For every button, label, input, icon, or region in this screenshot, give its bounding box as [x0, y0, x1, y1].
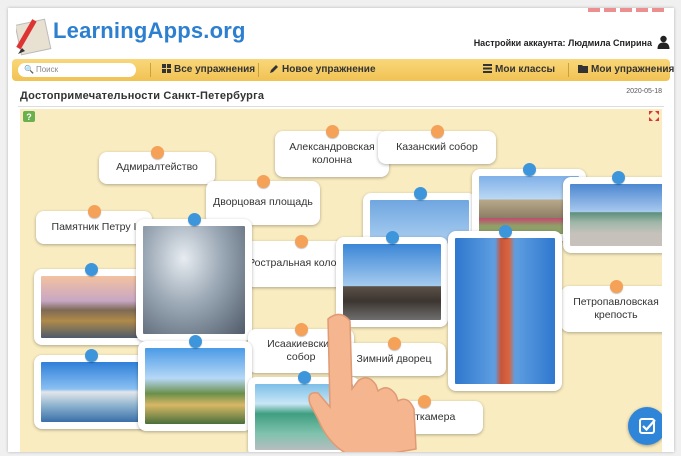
page-title: Достопримечательности Санкт-Петербурга: [20, 90, 265, 102]
card-pin: [326, 125, 339, 138]
photo-card-admiralty[interactable]: [138, 335, 252, 431]
card-label: Петропавловская крепость: [573, 295, 659, 321]
card-label: Александровская колонна: [289, 140, 375, 166]
check-answers-button[interactable]: [628, 407, 662, 445]
card-pin: [612, 171, 625, 184]
photo-card-rostral-column[interactable]: [448, 225, 562, 391]
exercise-board: ? Адмиралтейство Александровская колонна…: [20, 109, 662, 452]
svg-text:?: ?: [26, 112, 32, 122]
photo-image: [41, 362, 141, 422]
card-pin: [413, 187, 427, 200]
photo-image: [455, 238, 555, 384]
nav-divider: [150, 63, 151, 77]
page-date: 2020-05-18: [626, 88, 662, 95]
site-logo[interactable]: LearningApps.org: [53, 18, 246, 44]
card-alexander-column[interactable]: Александровская колонна: [275, 125, 389, 177]
card-peter-paul-fortress[interactable]: Петропавловская крепость: [561, 280, 662, 332]
photo-card-alexander-column[interactable]: [136, 213, 252, 341]
main-nav: 🔍 Поиск Все упражнения Новое упражнение М…: [12, 59, 674, 81]
nav-all-exercises-label: Все упражнения: [174, 64, 256, 75]
nav-divider: [258, 63, 259, 77]
search-input[interactable]: 🔍 Поиск: [18, 63, 136, 77]
app-window: LearningApps.org Настройки аккаунта: Люд…: [8, 8, 674, 452]
card-pin: [85, 263, 98, 276]
nav-my-exercises[interactable]: Мои упражнения: [578, 64, 674, 75]
card-admiralty[interactable]: Адмиралтейство: [99, 146, 215, 184]
photo-card-isaac-cathedral[interactable]: [34, 263, 148, 345]
card-peter-monument[interactable]: Памятник Петру I: [36, 205, 152, 244]
card-label: Дворцовая площадь: [213, 196, 313, 209]
card-pin: [151, 146, 164, 159]
card-pin: [257, 175, 270, 188]
card-pin: [85, 349, 98, 362]
site-header: LearningApps.org Настройки аккаунта: Люд…: [8, 8, 674, 58]
nav-new-exercise[interactable]: Новое упражнение: [270, 64, 376, 75]
expand-icon[interactable]: [649, 111, 659, 121]
title-row: Достопримечательности Санкт-Петербурга 2…: [18, 88, 664, 107]
pencil-icon: [270, 65, 278, 73]
card-pin: [523, 163, 536, 176]
check-icon: [639, 418, 656, 434]
folder-icon: [578, 65, 588, 73]
language-flags[interactable]: [588, 8, 664, 12]
user-icon[interactable]: [657, 35, 670, 49]
search-icon: 🔍: [24, 65, 34, 74]
photo-image: [145, 348, 245, 424]
card-label: Адмиралтейство: [116, 161, 198, 174]
search-placeholder: Поиск: [35, 65, 59, 74]
photo-image: [570, 184, 662, 246]
hand-pointer-icon: [308, 313, 417, 452]
card-label: Памятник Петру I: [51, 220, 137, 233]
nav-all-exercises[interactable]: Все упражнения: [162, 64, 255, 75]
grid-icon: [162, 64, 171, 73]
nav-my-classes-label: Мои классы: [495, 64, 556, 75]
nav-divider: [568, 63, 569, 77]
photo-card-palace-square[interactable]: [563, 171, 662, 253]
photo-image: [143, 226, 245, 334]
card-pin: [610, 280, 623, 293]
list-icon: [483, 64, 492, 73]
card-pin: [295, 235, 308, 248]
card-pin: [386, 231, 399, 244]
card-kazan-cathedral[interactable]: Казанский собор: [378, 125, 496, 164]
account-settings-link[interactable]: Настройки аккаунта: Людмила Спирина: [474, 38, 652, 48]
card-pin: [88, 205, 101, 218]
photo-image: [41, 276, 141, 338]
nav-my-classes[interactable]: Мои классы: [483, 64, 555, 75]
card-pin: [499, 225, 512, 238]
logo-pencil-icon: [16, 18, 52, 56]
card-pin: [188, 213, 201, 226]
card-pin: [431, 125, 444, 138]
nav-new-exercise-label: Новое упражнение: [282, 64, 376, 75]
photo-card-kunstkamera[interactable]: [34, 349, 148, 429]
card-label: Казанский собор: [396, 140, 478, 153]
help-icon[interactable]: ?: [23, 111, 35, 122]
card-pin: [189, 335, 202, 348]
nav-my-exercises-label: Мои упражнения: [591, 64, 674, 75]
